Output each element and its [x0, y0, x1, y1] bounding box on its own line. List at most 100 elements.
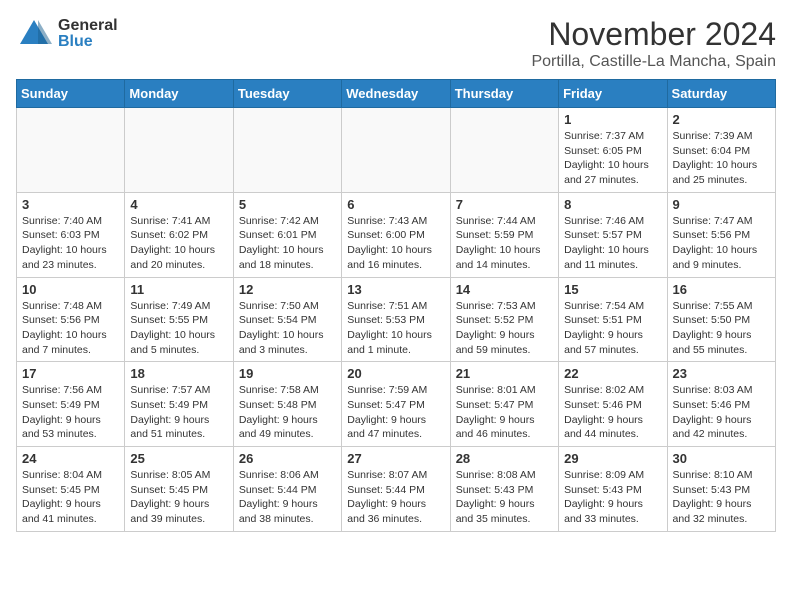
calendar-week-3: 17 Sunrise: 7:56 AMSunset: 5:49 PMDayligh… — [17, 362, 776, 447]
day-number: 18 — [130, 366, 227, 381]
weekday-header-sunday: Sunday — [17, 80, 125, 108]
calendar-cell: 25 Sunrise: 8:05 AMSunset: 5:45 PMDayligh… — [125, 447, 233, 532]
day-number: 28 — [456, 451, 553, 466]
calendar-week-1: 3 Sunrise: 7:40 AMSunset: 6:03 PMDaylight… — [17, 192, 776, 277]
calendar-cell: 19 Sunrise: 7:58 AMSunset: 5:48 PMDayligh… — [233, 362, 341, 447]
logo-text: General Blue — [58, 18, 118, 50]
day-number: 12 — [239, 282, 336, 297]
day-info: Sunrise: 7:53 AMSunset: 5:52 PMDaylight:… — [456, 299, 553, 358]
day-number: 1 — [564, 112, 661, 127]
day-info: Sunrise: 7:50 AMSunset: 5:54 PMDaylight:… — [239, 299, 336, 358]
day-number: 16 — [673, 282, 770, 297]
calendar-cell: 15 Sunrise: 7:54 AMSunset: 5:51 PMDayligh… — [559, 277, 667, 362]
calendar-cell: 13 Sunrise: 7:51 AMSunset: 5:53 PMDayligh… — [342, 277, 450, 362]
day-info: Sunrise: 8:02 AMSunset: 5:46 PMDaylight:… — [564, 383, 661, 442]
day-number: 13 — [347, 282, 444, 297]
day-info: Sunrise: 8:06 AMSunset: 5:44 PMDaylight:… — [239, 468, 336, 527]
calendar-cell: 11 Sunrise: 7:49 AMSunset: 5:55 PMDayligh… — [125, 277, 233, 362]
calendar-cell: 30Sunrise: 8:10 AMSunset: 5:43 PMDayligh… — [667, 447, 775, 532]
logo-general-text: General — [58, 18, 118, 34]
day-number: 25 — [130, 451, 227, 466]
calendar-cell: 12 Sunrise: 7:50 AMSunset: 5:54 PMDayligh… — [233, 277, 341, 362]
weekday-header-saturday: Saturday — [667, 80, 775, 108]
calendar-cell: 24 Sunrise: 8:04 AMSunset: 5:45 PMDayligh… — [17, 447, 125, 532]
calendar-cell: 20Sunrise: 7:59 AMSunset: 5:47 PMDayligh… — [342, 362, 450, 447]
weekday-header-wednesday: Wednesday — [342, 80, 450, 108]
calendar-cell: 23 Sunrise: 8:03 AMSunset: 5:46 PMDayligh… — [667, 362, 775, 447]
day-number: 9 — [673, 197, 770, 212]
day-info: Sunrise: 7:42 AMSunset: 6:01 PMDaylight:… — [239, 214, 336, 273]
calendar-cell: 1Sunrise: 7:37 AMSunset: 6:05 PMDaylight… — [559, 108, 667, 193]
calendar-cell: 29 Sunrise: 8:09 AMSunset: 5:43 PMDayligh… — [559, 447, 667, 532]
day-info: Sunrise: 8:10 AMSunset: 5:43 PMDaylight:… — [673, 468, 770, 527]
calendar-week-2: 10Sunrise: 7:48 AMSunset: 5:56 PMDayligh… — [17, 277, 776, 362]
day-number: 2 — [673, 112, 770, 127]
calendar-week-4: 24 Sunrise: 8:04 AMSunset: 5:45 PMDayligh… — [17, 447, 776, 532]
day-info: Sunrise: 7:49 AMSunset: 5:55 PMDaylight:… — [130, 299, 227, 358]
day-info: Sunrise: 8:04 AMSunset: 5:45 PMDaylight:… — [22, 468, 119, 527]
day-number: 26 — [239, 451, 336, 466]
calendar-cell: 22Sunrise: 8:02 AMSunset: 5:46 PMDayligh… — [559, 362, 667, 447]
calendar-week-0: 1Sunrise: 7:37 AMSunset: 6:05 PMDaylight… — [17, 108, 776, 193]
logo-blue-text: Blue — [58, 34, 118, 50]
logo-icon — [16, 16, 52, 52]
weekday-header-thursday: Thursday — [450, 80, 558, 108]
calendar-cell: 14 Sunrise: 7:53 AMSunset: 5:52 PMDayligh… — [450, 277, 558, 362]
weekday-header-tuesday: Tuesday — [233, 80, 341, 108]
day-number: 3 — [22, 197, 119, 212]
day-info: Sunrise: 7:51 AMSunset: 5:53 PMDaylight:… — [347, 299, 444, 358]
calendar-cell: 6Sunrise: 7:43 AMSunset: 6:00 PMDaylight… — [342, 192, 450, 277]
weekday-header-row: SundayMondayTuesdayWednesdayThursdayFrid… — [17, 80, 776, 108]
day-number: 23 — [673, 366, 770, 381]
day-number: 14 — [456, 282, 553, 297]
day-number: 21 — [456, 366, 553, 381]
title-area: November 2024 Portilla, Castille-La Manc… — [531, 16, 776, 71]
day-info: Sunrise: 8:08 AMSunset: 5:43 PMDaylight:… — [456, 468, 553, 527]
calendar-cell: 7 Sunrise: 7:44 AMSunset: 5:59 PMDaylight… — [450, 192, 558, 277]
day-number: 20 — [347, 366, 444, 381]
day-info: Sunrise: 8:07 AMSunset: 5:44 PMDaylight:… — [347, 468, 444, 527]
weekday-header-monday: Monday — [125, 80, 233, 108]
day-number: 29 — [564, 451, 661, 466]
day-info: Sunrise: 7:56 AMSunset: 5:49 PMDaylight:… — [22, 383, 119, 442]
calendar-cell: 18Sunrise: 7:57 AMSunset: 5:49 PMDayligh… — [125, 362, 233, 447]
calendar-cell: 3 Sunrise: 7:40 AMSunset: 6:03 PMDaylight… — [17, 192, 125, 277]
calendar-cell: 4 Sunrise: 7:41 AMSunset: 6:02 PMDaylight… — [125, 192, 233, 277]
calendar-cell: 8Sunrise: 7:46 AMSunset: 5:57 PMDaylight… — [559, 192, 667, 277]
logo: General Blue — [16, 16, 118, 52]
day-info: Sunrise: 7:46 AMSunset: 5:57 PMDaylight:… — [564, 214, 661, 273]
calendar-table: SundayMondayTuesdayWednesdayThursdayFrid… — [16, 79, 776, 532]
calendar-cell: 28 Sunrise: 8:08 AMSunset: 5:43 PMDayligh… — [450, 447, 558, 532]
calendar-cell: 26 Sunrise: 8:06 AMSunset: 5:44 PMDayligh… — [233, 447, 341, 532]
calendar-cell: 17 Sunrise: 7:56 AMSunset: 5:49 PMDayligh… — [17, 362, 125, 447]
calendar-cell: 27 Sunrise: 8:07 AMSunset: 5:44 PMDayligh… — [342, 447, 450, 532]
day-number: 27 — [347, 451, 444, 466]
day-info: Sunrise: 8:09 AMSunset: 5:43 PMDaylight:… — [564, 468, 661, 527]
day-info: Sunrise: 7:55 AMSunset: 5:50 PMDaylight:… — [673, 299, 770, 358]
day-number: 11 — [130, 282, 227, 297]
day-info: Sunrise: 7:54 AMSunset: 5:51 PMDaylight:… — [564, 299, 661, 358]
day-info: Sunrise: 7:58 AMSunset: 5:48 PMDaylight:… — [239, 383, 336, 442]
day-number: 4 — [130, 197, 227, 212]
day-info: Sunrise: 7:40 AMSunset: 6:03 PMDaylight:… — [22, 214, 119, 273]
day-number: 6 — [347, 197, 444, 212]
day-number: 24 — [22, 451, 119, 466]
day-info: Sunrise: 8:05 AMSunset: 5:45 PMDaylight:… — [130, 468, 227, 527]
month-title: November 2024 — [531, 16, 776, 53]
calendar-cell — [342, 108, 450, 193]
day-number: 7 — [456, 197, 553, 212]
day-number: 17 — [22, 366, 119, 381]
day-number: 19 — [239, 366, 336, 381]
weekday-header-friday: Friday — [559, 80, 667, 108]
day-info: Sunrise: 8:03 AMSunset: 5:46 PMDaylight:… — [673, 383, 770, 442]
day-number: 15 — [564, 282, 661, 297]
calendar-cell — [17, 108, 125, 193]
calendar-cell: 21Sunrise: 8:01 AMSunset: 5:47 PMDayligh… — [450, 362, 558, 447]
day-number: 5 — [239, 197, 336, 212]
day-info: Sunrise: 7:41 AMSunset: 6:02 PMDaylight:… — [130, 214, 227, 273]
calendar-cell: 16 Sunrise: 7:55 AMSunset: 5:50 PMDayligh… — [667, 277, 775, 362]
calendar-cell: 2Sunrise: 7:39 AMSunset: 6:04 PMDaylight… — [667, 108, 775, 193]
calendar-cell — [233, 108, 341, 193]
day-info: Sunrise: 7:44 AMSunset: 5:59 PMDaylight:… — [456, 214, 553, 273]
day-info: Sunrise: 7:47 AMSunset: 5:56 PMDaylight:… — [673, 214, 770, 273]
